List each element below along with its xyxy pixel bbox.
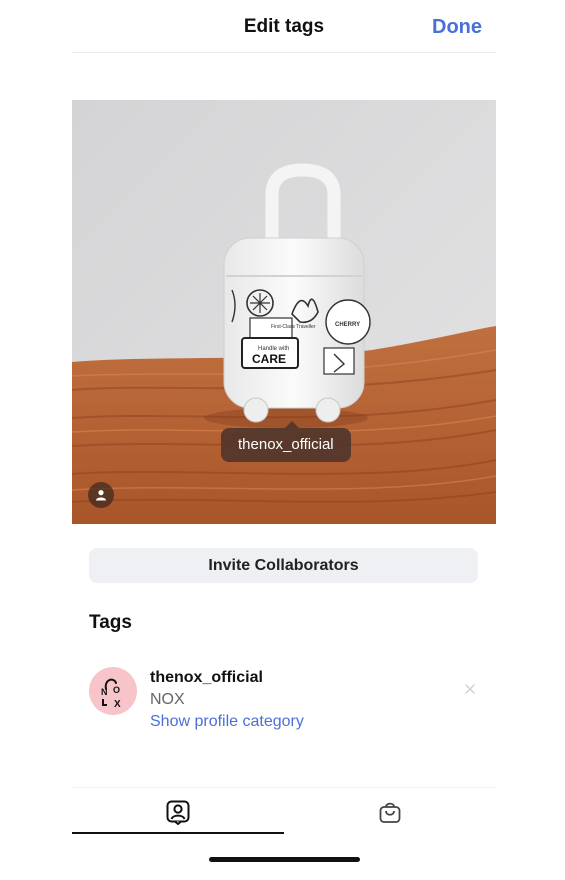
tags-heading: Tags (89, 612, 132, 633)
svg-text:N: N (101, 687, 108, 697)
remove-tag-button[interactable] (464, 682, 476, 700)
tag-full-name: NOX (150, 691, 185, 708)
selected-tab-indicator (72, 832, 284, 834)
sticker-first-class: First-Class Traveller (271, 324, 316, 330)
tab-products[interactable] (284, 788, 496, 836)
person-square-icon (166, 800, 190, 825)
sticker-cherry: CHERRY (335, 322, 360, 328)
tagged-account-row[interactable]: N O X thenox_official NOX Show profile c… (89, 664, 489, 734)
home-indicator[interactable] (209, 857, 360, 862)
shopping-bag-icon (379, 802, 401, 823)
close-icon (465, 684, 475, 694)
svg-text:X: X (114, 699, 121, 710)
tagged-people-badge[interactable] (88, 482, 114, 508)
tab-people[interactable] (72, 788, 284, 836)
done-button[interactable]: Done (432, 16, 482, 39)
nox-logo: N O X (101, 678, 121, 710)
tag-username[interactable]: thenox_official (150, 669, 263, 687)
sticker-care: CARE (252, 352, 286, 366)
avatar[interactable]: N O X (89, 667, 137, 715)
header: Edit tags Done (72, 0, 496, 53)
photo-tag-bubble[interactable]: thenox_official (221, 421, 351, 462)
person-icon (96, 490, 106, 501)
tag-type-tabs (72, 787, 496, 835)
svg-text:O: O (113, 685, 120, 695)
invite-collaborators-button[interactable]: Invite Collaborators (89, 548, 478, 583)
show-profile-category-link[interactable]: Show profile category (150, 713, 304, 731)
